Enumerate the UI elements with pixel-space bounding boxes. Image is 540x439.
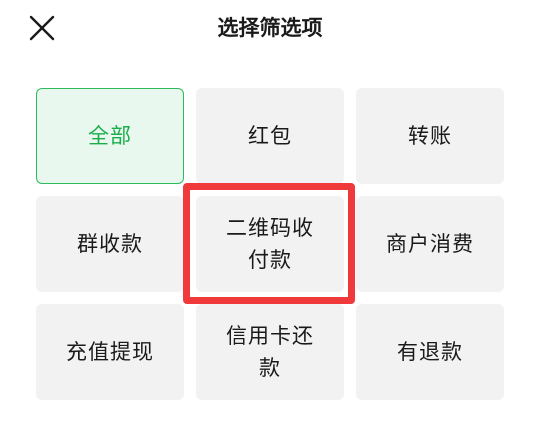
filter-options-grid: 全部 红包 转账 群收款 二维码收付款 商户消费 充值提现 信用卡还款 有退款	[36, 88, 504, 400]
filter-option-qr-payment[interactable]: 二维码收付款	[196, 196, 344, 292]
page-title: 选择筛选项	[217, 16, 323, 40]
filter-option-refund[interactable]: 有退款	[356, 304, 504, 400]
filter-option-red-packet[interactable]: 红包	[196, 88, 344, 184]
filter-option-merchant[interactable]: 商户消费	[356, 196, 504, 292]
filter-option-all[interactable]: 全部	[36, 88, 184, 184]
filter-option-topup-withdraw[interactable]: 充值提现	[36, 304, 184, 400]
filter-option-group-collection[interactable]: 群收款	[36, 196, 184, 292]
header: 选择筛选项	[0, 0, 540, 60]
filter-option-credit-card-repay[interactable]: 信用卡还款	[196, 304, 344, 400]
filter-option-transfer[interactable]: 转账	[356, 88, 504, 184]
